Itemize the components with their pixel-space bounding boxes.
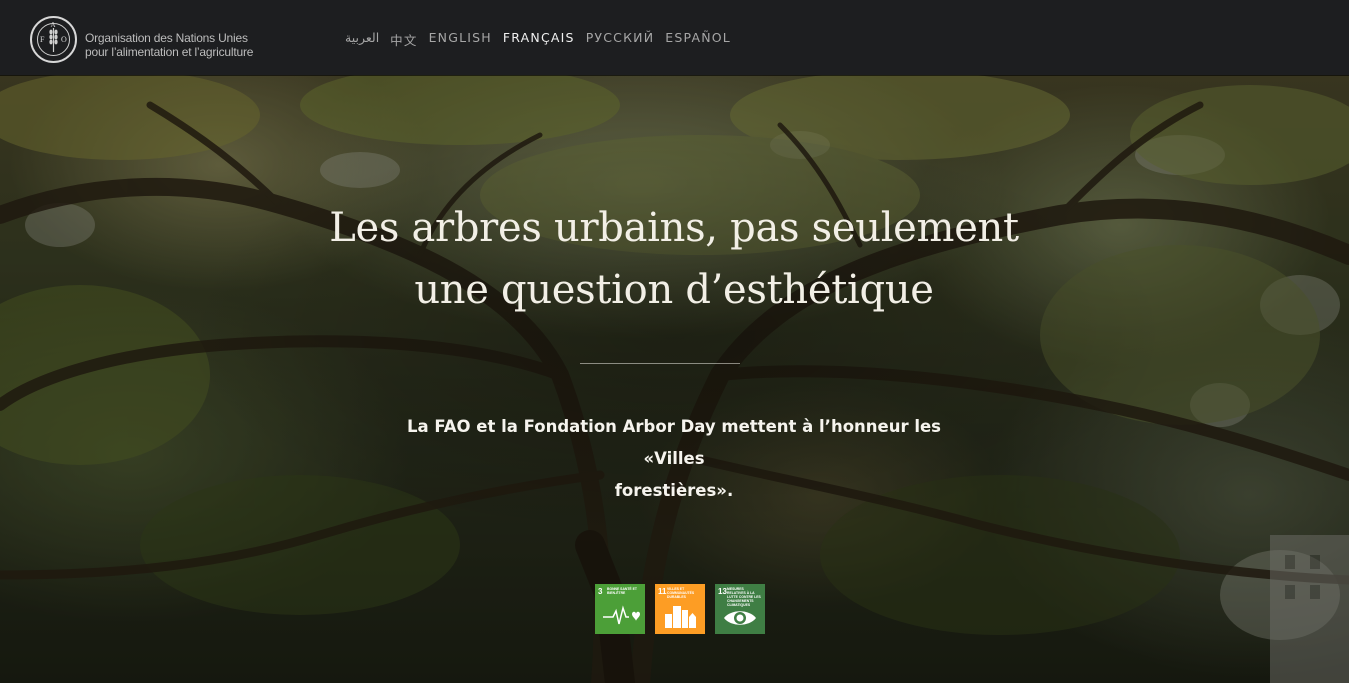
fao-emblem-icon: F A O [37,21,70,56]
lang-arabic[interactable]: العربية [345,30,379,49]
hero-banner: Les arbres urbains, pas seulement une qu… [0,75,1349,683]
title-divider [580,363,740,364]
organization-name[interactable]: Organisation des Nations Unies pour l’al… [85,31,253,59]
lang-english[interactable]: ENGLISH [429,30,492,49]
heartbeat-icon [603,605,640,625]
sdg-badges: 3 Bonne santé et bien-être 11 Villes et … [595,584,765,634]
fao-logo[interactable]: F A O [30,16,77,63]
language-selector: العربية 中文 ENGLISH FRANÇAIS РУССКИЙ ESPA… [345,30,731,49]
lang-russian[interactable]: РУССКИЙ [586,30,655,49]
city-icon [665,606,696,628]
svg-text:F: F [40,35,45,44]
hero-title-line1: Les arbres urbains, pas seulement [329,205,1019,251]
org-name-line2: pour l’alimentation et l’agriculture [85,45,254,59]
hero-subtitle: La FAO et la Fondation Arbor Day mettent… [374,411,974,507]
hero-title-line2: une question d’esthétique [414,267,934,313]
top-header: F A O Organisation des Nations Unies pou… [0,0,1349,75]
svg-text:A: A [51,21,56,29]
sdg-3-badge[interactable]: 3 Bonne santé et bien-être [595,584,645,634]
lang-spanish[interactable]: ESPAÑOL [665,30,731,49]
svg-text:O: O [61,35,67,44]
sdg-13-badge[interactable]: 13 Mesures relatives à la lutte contre l… [715,584,765,634]
hero-title: Les arbres urbains, pas seulement une qu… [224,197,1124,321]
eye-globe-icon [724,611,756,625]
lang-chinese[interactable]: 中文 [390,30,417,49]
hero-subtitle-line1: La FAO et la Fondation Arbor Day mettent… [406,417,942,468]
lang-french[interactable]: FRANÇAIS [503,30,575,49]
org-name-line1: Organisation des Nations Unies [85,31,248,45]
hero-subtitle-line2: forestières». [614,481,734,500]
sdg-11-badge[interactable]: 11 Villes et communautés durables [655,584,705,634]
